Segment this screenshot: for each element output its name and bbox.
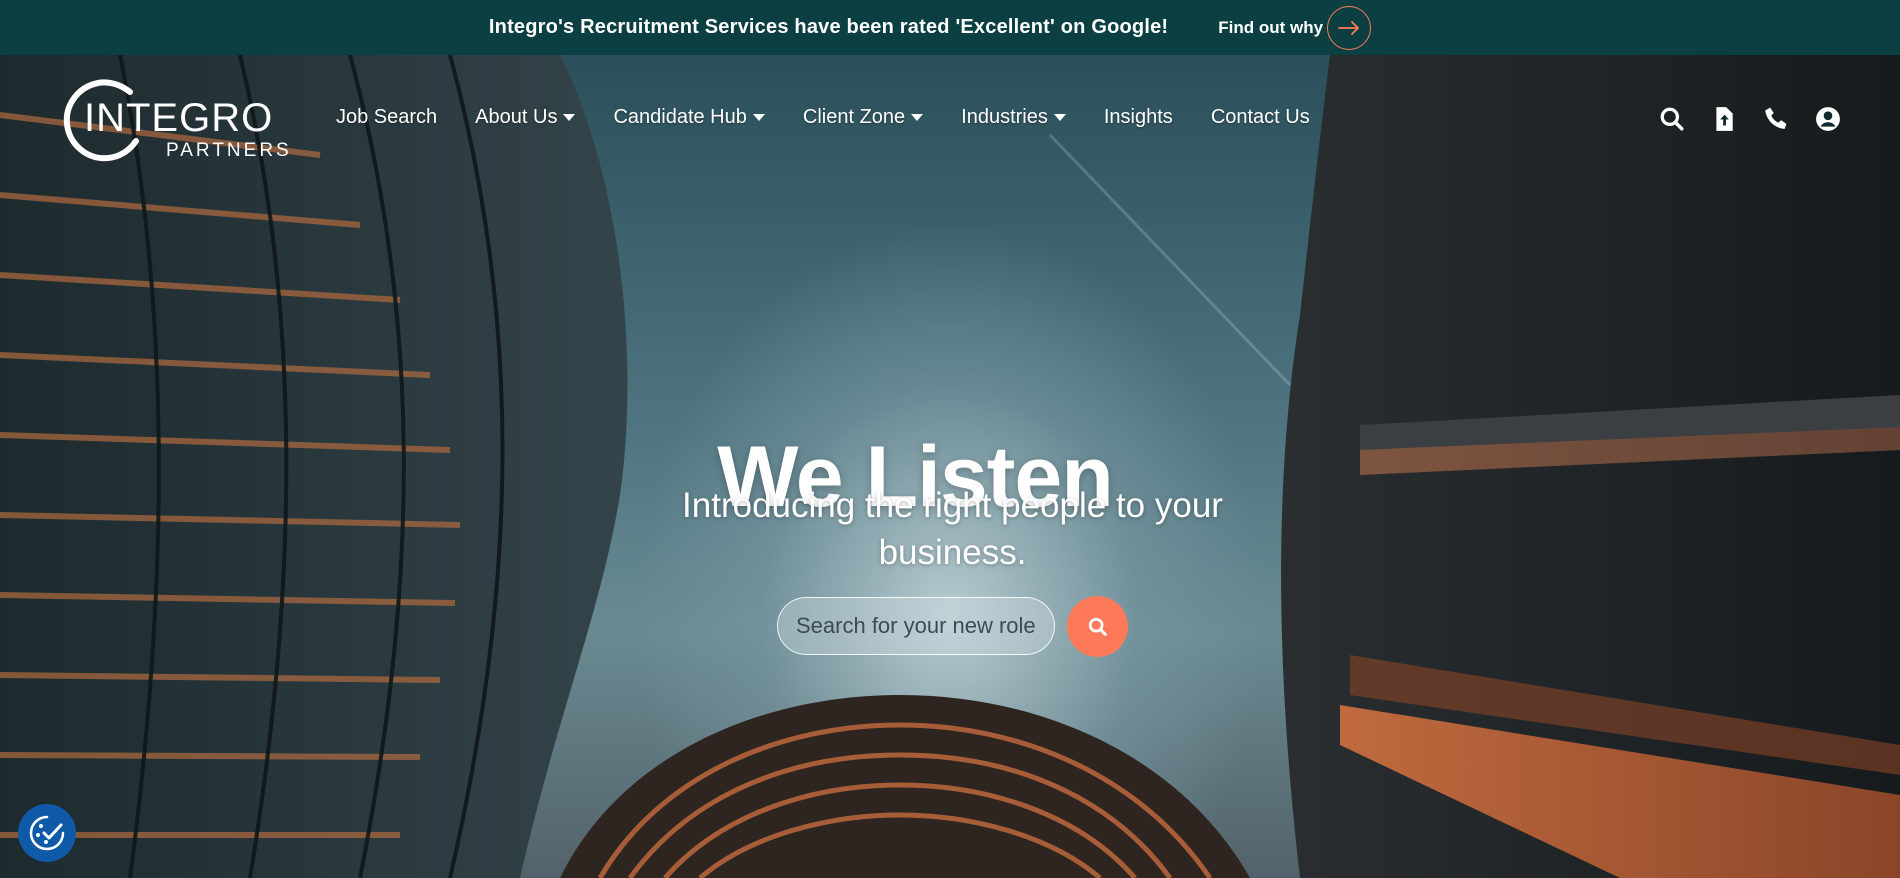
nav-insights[interactable]: Insights (1104, 106, 1173, 129)
nav-label: Industries (961, 106, 1048, 128)
arrow-right-icon (1327, 5, 1372, 50)
find-out-why-label: Find out why (1218, 17, 1324, 37)
banner-text: Integro's Recruitment Services have been… (488, 16, 1169, 38)
job-search-input[interactable] (777, 597, 1055, 655)
nav-industries[interactable]: Industries (961, 106, 1066, 129)
user-account-icon[interactable] (1813, 104, 1843, 134)
hero-subheadline: Introducing the right people to your bus… (682, 486, 1223, 572)
search-icon[interactable] (1657, 104, 1687, 134)
upload-cv-icon[interactable] (1709, 104, 1739, 134)
logo-tagline: PARTNERS (166, 140, 292, 161)
main-navigation: Job Search About Us Candidate Hub Client… (336, 106, 1348, 129)
caret-down-icon (911, 114, 924, 121)
caret-down-icon (752, 114, 765, 121)
phone-icon[interactable] (1761, 104, 1791, 134)
find-out-why-link[interactable]: Find out why (1218, 5, 1372, 50)
caret-down-icon (1053, 114, 1066, 121)
nav-label: Job Search (336, 106, 438, 128)
nav-label: Candidate Hub (613, 106, 747, 128)
nav-contact-us[interactable]: Contact Us (1211, 106, 1310, 129)
cookie-consent-icon (29, 815, 65, 851)
job-search-button[interactable] (1067, 596, 1128, 657)
header-tools (1635, 104, 1843, 134)
nav-label: Insights (1103, 106, 1173, 128)
announcement-banner: Integro's Recruitment Services have been… (0, 0, 1900, 55)
caret-down-icon (563, 114, 576, 121)
search-icon (1088, 617, 1107, 636)
logo-wordmark: INTEGRO (84, 96, 274, 140)
nav-candidate-hub[interactable]: Candidate Hub (613, 106, 765, 129)
cookie-consent-button[interactable] (18, 804, 76, 862)
nav-label: About Us (475, 106, 558, 128)
nav-about-us[interactable]: About Us (475, 106, 576, 129)
integro-partners-logo[interactable]: INTEGRO PARTNERS (60, 78, 290, 163)
nav-job-search[interactable]: Job Search (336, 106, 437, 129)
nav-client-zone[interactable]: Client Zone (802, 106, 924, 129)
nav-label: Client Zone (802, 106, 906, 128)
nav-label: Contact Us (1210, 106, 1310, 128)
